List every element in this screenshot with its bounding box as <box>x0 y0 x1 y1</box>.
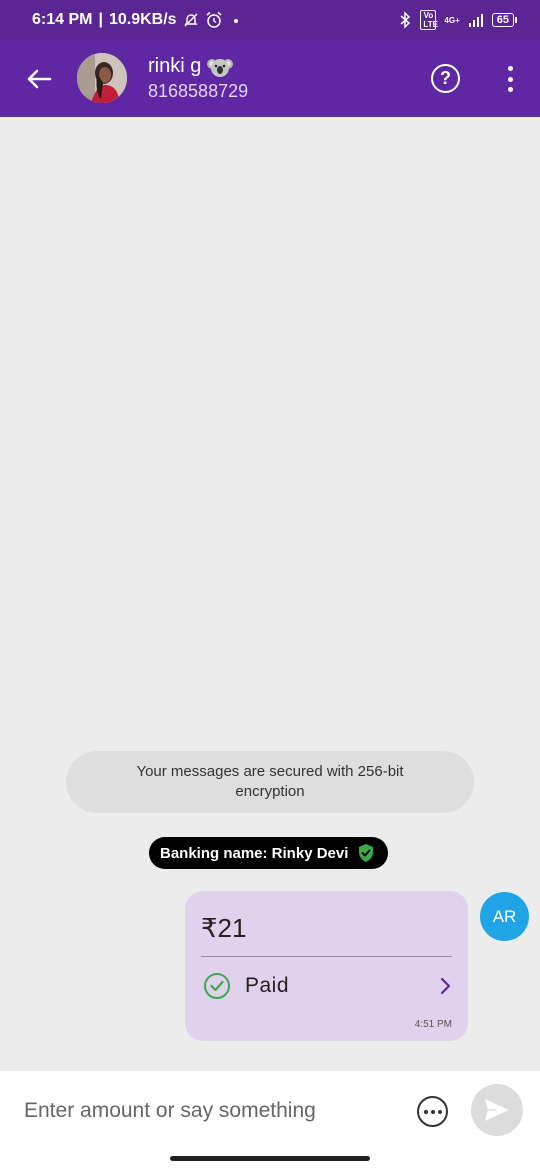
banking-name-badge: Banking name: Rinky Devi <box>149 837 389 869</box>
message-input-bar <box>0 1071 540 1170</box>
avatar-photo <box>77 53 127 103</box>
status-right: Vo LTE 4G+ 65 <box>398 10 518 30</box>
battery-icon: 65 <box>491 13 518 27</box>
more-vert-icon[interactable] <box>500 66 520 92</box>
bluetooth-icon <box>400 11 411 29</box>
verified-shield-icon <box>359 844 374 862</box>
status-separator: | <box>98 11 103 28</box>
bell-off-icon <box>183 13 198 27</box>
dot <box>507 76 513 82</box>
amount-input[interactable] <box>24 1095 394 1127</box>
home-indicator[interactable] <box>170 1156 370 1161</box>
dot <box>507 66 513 71</box>
status-speed: 10.9KB/s <box>108 11 177 28</box>
contact-name[interactable]: rinki g <box>148 55 234 78</box>
check-circle-icon <box>204 973 230 999</box>
notification-dot-icon <box>233 19 238 23</box>
dot <box>437 1109 442 1114</box>
signal-icon <box>468 14 483 27</box>
network-type: 4G+ <box>444 15 460 25</box>
encryption-notice: Your messages are secured with 256-bit e… <box>66 751 474 813</box>
contact-name-text: rinki g <box>148 55 202 77</box>
alarm-icon <box>206 11 222 28</box>
payment-status: Paid <box>245 974 290 997</box>
status-bar: 6:14 PM | 10.9KB/s Vo LTE 4G+ 65 <box>0 0 540 40</box>
dot <box>430 1109 435 1114</box>
contact-avatar[interactable] <box>77 53 127 103</box>
chat-header: rinki g 8168588729 ? <box>0 40 540 117</box>
dot <box>507 87 513 92</box>
payment-bubble[interactable]: ₹21 Paid 4:51 PM <box>185 891 468 1041</box>
send-icon <box>485 1099 509 1121</box>
status-left: 6:14 PM | 10.9KB/s <box>32 11 243 29</box>
status-time: 6:14 PM <box>32 11 93 28</box>
dot <box>423 1109 428 1114</box>
volte-label: Vo LTE <box>420 10 438 30</box>
chevron-right-icon[interactable] <box>438 976 452 996</box>
payment-time: 4:51 PM <box>414 1019 452 1030</box>
koala-emoji-icon <box>207 58 234 77</box>
sender-avatar: AR <box>480 892 529 941</box>
contact-phone: 8168588729 <box>148 81 249 101</box>
back-arrow-icon[interactable] <box>24 64 54 94</box>
divider <box>201 956 452 957</box>
payment-amount: ₹21 <box>201 913 247 943</box>
payment-status-row[interactable]: Paid <box>203 971 452 1001</box>
send-button[interactable] <box>471 1084 523 1136</box>
more-options-icon[interactable] <box>417 1096 448 1127</box>
help-icon[interactable]: ? <box>431 64 460 93</box>
banking-name-text: Banking name: Rinky Devi <box>160 844 349 862</box>
